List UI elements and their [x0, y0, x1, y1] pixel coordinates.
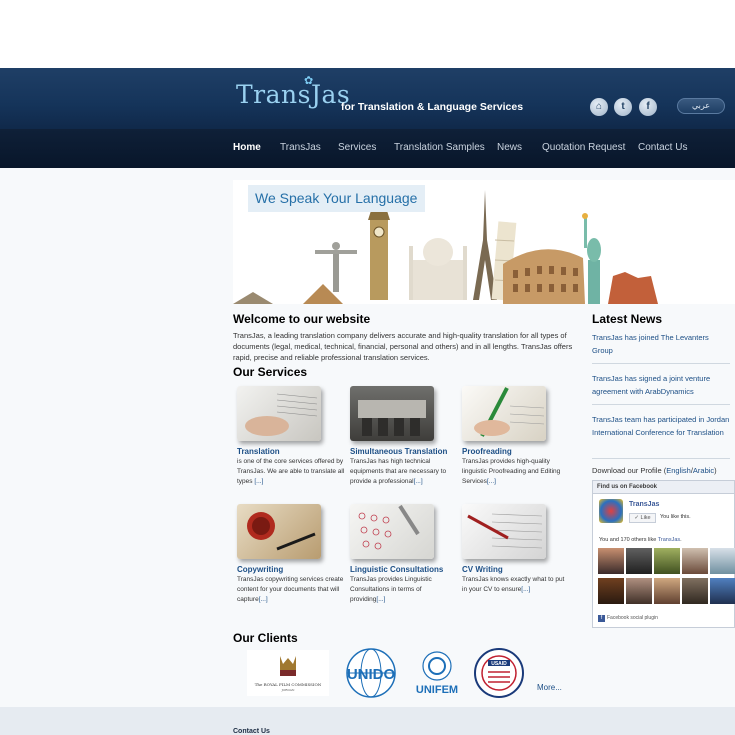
- fan-avatar[interactable]: [682, 548, 708, 574]
- service-title[interactable]: Linguistic Consultations: [350, 565, 458, 574]
- service-title[interactable]: Proofreading: [462, 447, 570, 456]
- service-title[interactable]: Simultaneous Translation: [350, 447, 458, 456]
- service-text: TransJas provides Linguistic Consultatio…: [350, 576, 432, 603]
- service-card: Translation is one of the core services …: [237, 386, 345, 487]
- news-divider: [592, 363, 730, 364]
- facebook-page-name[interactable]: TransJas: [629, 501, 659, 508]
- read-more-link[interactable]: [...]: [254, 478, 263, 485]
- top-margin: [0, 0, 735, 68]
- service-card: CV Writing TransJas knows exactly what t…: [462, 504, 570, 595]
- facebook-fans-count: You and 170 others like TransJas.: [599, 537, 682, 543]
- main-nav: Home TransJas Services Translation Sampl…: [0, 129, 735, 168]
- facebook-like-box: Find us on Facebook TransJas ✓ Like You …: [592, 480, 735, 628]
- download-profile: Download our Profile (English/Arabic): [592, 466, 717, 475]
- translation-image[interactable]: [237, 386, 321, 441]
- arabic-language-button[interactable]: عربي: [677, 98, 725, 114]
- facebook-page-link[interactable]: TransJas: [658, 537, 680, 543]
- check-icon: ✓: [634, 515, 639, 521]
- nav-item-news[interactable]: News: [497, 142, 522, 153]
- service-text: TransJas copywriting services create con…: [237, 576, 344, 603]
- fan-avatar[interactable]: [626, 578, 652, 604]
- service-title[interactable]: CV Writing: [462, 565, 570, 574]
- nav-item-translation-samples[interactable]: Translation Samples: [394, 142, 485, 153]
- read-more-link[interactable]: [...]: [414, 478, 423, 485]
- service-text: is one of the core services offered by T…: [237, 458, 345, 485]
- footer-contact-title: Contact Us: [233, 728, 270, 735]
- linguistic-consultations-image[interactable]: [350, 504, 434, 559]
- facebook-icon: f: [598, 615, 605, 622]
- facebook-icon[interactable]: f: [639, 98, 657, 116]
- fan-avatar[interactable]: [654, 548, 680, 574]
- fan-avatar[interactable]: [710, 578, 735, 604]
- proofreading-image[interactable]: [462, 386, 546, 441]
- service-card: Copywriting TransJas copywriting service…: [237, 504, 345, 605]
- news-item[interactable]: TransJas has joined The Levanters Group: [592, 331, 730, 357]
- welcome-text: TransJas, a leading translation company …: [233, 331, 573, 362]
- facebook-you-like: You like this.: [660, 514, 691, 520]
- site-footer: [0, 707, 735, 735]
- fan-avatar[interactable]: [682, 578, 708, 604]
- facebook-like-button[interactable]: ✓ Like: [629, 513, 656, 523]
- site-logo[interactable]: TransJas ✿: [236, 74, 351, 109]
- read-more-link[interactable]: [...]: [376, 596, 385, 603]
- flower-icon: ✿: [304, 74, 314, 87]
- fan-avatar[interactable]: [626, 548, 652, 574]
- services-title: Our Services: [233, 365, 308, 379]
- svg-text:USAID: USAID: [491, 661, 507, 667]
- news-divider: [592, 458, 730, 459]
- cv-writing-image[interactable]: [462, 504, 546, 559]
- simultaneous-translation-image[interactable]: [350, 386, 434, 441]
- logo-text: TransJas: [236, 80, 351, 109]
- service-title[interactable]: Copywriting: [237, 565, 345, 574]
- page: TransJas ✿ for Translation & Language Se…: [0, 0, 735, 735]
- read-more-link[interactable]: [...]: [487, 478, 496, 485]
- svg-text:The ROYAL FILM COMMISSION: The ROYAL FILM COMMISSION: [255, 682, 322, 687]
- svg-text:JORDAN: JORDAN: [280, 688, 294, 692]
- service-text: TransJas provides high-quality linguisti…: [462, 458, 561, 485]
- copywriting-image[interactable]: [237, 504, 321, 559]
- clients-more-link[interactable]: More...: [537, 683, 562, 692]
- read-more-link[interactable]: [...]: [259, 596, 268, 603]
- nav-item-quotation-request[interactable]: Quotation Request: [542, 142, 625, 153]
- read-more-link[interactable]: [...]: [521, 586, 530, 593]
- facebook-page-avatar[interactable]: [599, 499, 623, 523]
- welcome-title: Welcome to our website: [233, 312, 371, 326]
- home-icon[interactable]: ⌂: [590, 98, 608, 116]
- news-divider: [592, 404, 730, 405]
- banner-headline: We Speak Your Language: [248, 185, 425, 212]
- client-logo-usaid[interactable]: USAID: [474, 648, 524, 698]
- facebook-plugin-label: f Facebook social plugin: [598, 615, 658, 622]
- fan-avatar[interactable]: [654, 578, 680, 604]
- news-item[interactable]: TransJas has signed a joint venture agre…: [592, 372, 730, 398]
- service-card: Linguistic Consultations TransJas provid…: [350, 504, 458, 605]
- news-title: Latest News: [592, 312, 663, 326]
- svg-text:UNIFEM: UNIFEM: [416, 684, 458, 696]
- service-text: TransJas has high technical equipments t…: [350, 458, 447, 485]
- client-logo-unido[interactable]: UNIDO: [342, 648, 400, 698]
- clients-title: Our Clients: [233, 631, 298, 645]
- fan-avatar[interactable]: [710, 548, 735, 574]
- nav-item-contact-us[interactable]: Contact Us: [638, 142, 687, 153]
- service-text: TransJas knows exactly what to put in yo…: [462, 576, 565, 593]
- fan-avatar[interactable]: [598, 548, 624, 574]
- nav-item-services[interactable]: Services: [338, 142, 376, 153]
- service-card: Proofreading TransJas provides high-qual…: [462, 386, 570, 487]
- profile-english-link[interactable]: English: [666, 466, 691, 475]
- fan-avatar[interactable]: [598, 578, 624, 604]
- client-logo-royal-film-commission[interactable]: The ROYAL FILM COMMISSION JORDAN: [247, 650, 329, 696]
- site-tagline: for Translation & Language Services: [341, 101, 524, 113]
- client-logo-unifem[interactable]: UNIFEM: [412, 650, 462, 696]
- news-item[interactable]: TransJas team has participated in Jordan…: [592, 413, 730, 439]
- profile-arabic-link[interactable]: Arabic: [693, 466, 714, 475]
- nav-item-transjas[interactable]: TransJas: [280, 142, 321, 153]
- service-card: Simultaneous Translation TransJas has hi…: [350, 386, 458, 487]
- svg-text:UNIDO: UNIDO: [347, 666, 396, 683]
- nav-item-home[interactable]: Home: [233, 142, 261, 153]
- facebook-box-header: Find us on Facebook: [593, 481, 734, 494]
- service-title[interactable]: Translation: [237, 447, 345, 456]
- twitter-icon[interactable]: t: [614, 98, 632, 116]
